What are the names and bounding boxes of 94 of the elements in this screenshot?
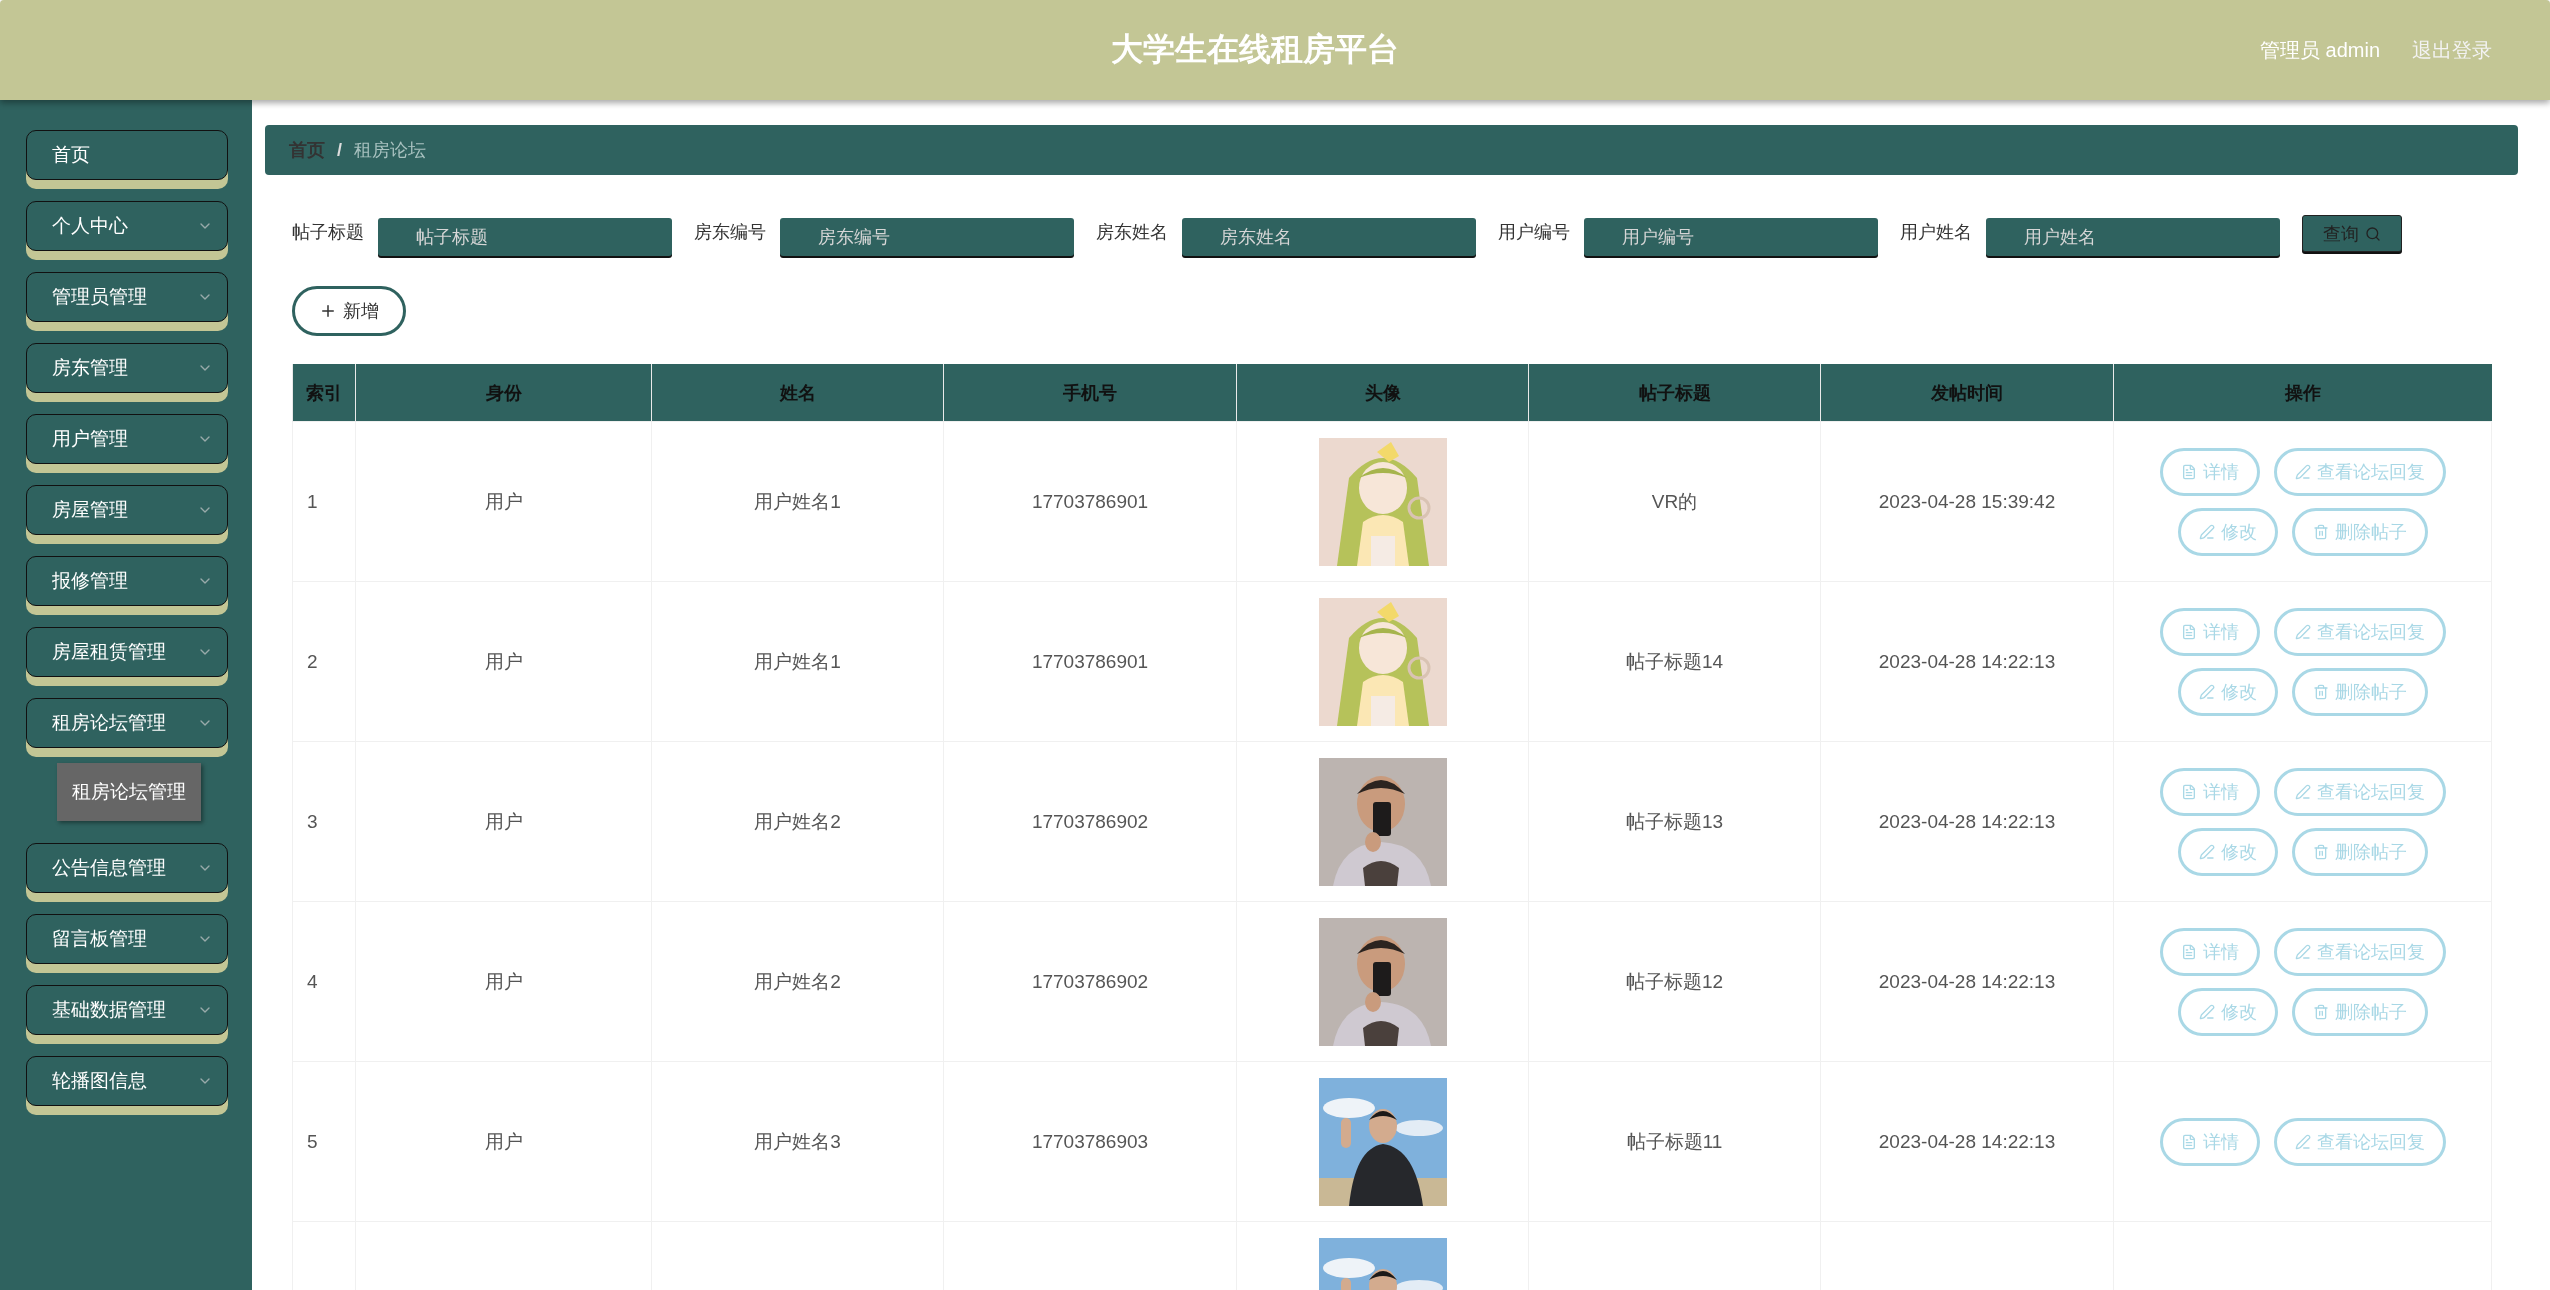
trash-icon — [2312, 523, 2329, 540]
column-header: 头像 — [1236, 364, 1529, 422]
table-cell: 17703786901 — [1031, 650, 1149, 672]
table-cell: 用户 — [484, 650, 523, 672]
table-cell: 3 — [307, 810, 318, 832]
document-icon — [2180, 783, 2197, 800]
table-cell: 5 — [307, 1130, 318, 1152]
search-field[interactable]: 帖子标题 — [378, 218, 672, 256]
detail-button[interactable]: 详情 — [2159, 1117, 2260, 1166]
table-cell: 帖子标题13 — [1625, 810, 1724, 832]
table-cell: VR的 — [1651, 490, 1698, 512]
search-field[interactable]: 用户编号 — [1584, 218, 1878, 256]
table-cell: 用户 — [484, 810, 523, 832]
table-cell: 用户姓名1 — [754, 650, 841, 672]
table-cell: 2 — [307, 650, 318, 672]
table-cell: 用户姓名3 — [754, 1130, 841, 1152]
pen-icon — [2294, 1133, 2311, 1150]
replies-button[interactable]: 查看论坛回复 — [2273, 927, 2446, 976]
trash-icon — [2312, 1003, 2329, 1020]
table-cell: 2023-04-28 14:22:13 — [1878, 1130, 2056, 1152]
column-header: 发帖时间 — [1820, 364, 2114, 422]
column-header: 手机号 — [943, 364, 1237, 422]
detail-button[interactable]: 详情 — [2159, 927, 2260, 976]
document-icon — [2180, 1133, 2197, 1150]
search-icon — [2365, 225, 2381, 242]
document-icon — [2180, 623, 2197, 640]
table-cell: 用户姓名2 — [754, 810, 841, 832]
edit-button[interactable]: 修改 — [2177, 667, 2278, 716]
column-header: 索引 — [292, 364, 356, 422]
edit-button[interactable]: 修改 — [2177, 987, 2278, 1036]
table-cell: 2023-04-28 15:39:42 — [1878, 490, 2056, 512]
table-cell: 帖子标题11 — [1626, 1130, 1723, 1152]
delete-button[interactable]: 删除帖子 — [2291, 827, 2428, 876]
field-label: 用户姓名 — [1900, 221, 1972, 244]
table-cell: 2023-04-28 14:22:13 — [1878, 810, 2056, 832]
edit-button[interactable]: 修改 — [2177, 507, 2278, 556]
search-field[interactable]: 用户姓名 — [1986, 218, 2280, 256]
table-cell: 2023-04-28 14:22:13 — [1878, 650, 2056, 672]
detail-button[interactable]: 详情 — [2159, 607, 2260, 656]
search-field[interactable]: 房东姓名 — [1182, 218, 1476, 256]
table-cell: 17703786901 — [1031, 490, 1149, 512]
document-icon — [2180, 463, 2197, 480]
column-header: 操作 — [2113, 364, 2492, 422]
table-cell: 用户 — [484, 1130, 523, 1152]
pen-icon — [2198, 843, 2215, 860]
user-label: 管理员 admin — [2259, 37, 2380, 63]
field-label: 房东姓名 — [1096, 221, 1168, 244]
delete-button[interactable]: 删除帖子 — [2291, 987, 2428, 1036]
plus-icon — [319, 302, 337, 320]
pen-icon — [2198, 523, 2215, 540]
table-cell: 2023-04-28 14:22:13 — [1878, 970, 2056, 992]
delete-button[interactable]: 删除帖子 — [2291, 507, 2428, 556]
field-label: 用户编号 — [1498, 221, 1570, 244]
table-cell: 帖子标题12 — [1625, 970, 1724, 992]
search-field[interactable]: 房东编号 — [780, 218, 1074, 256]
detail-button[interactable]: 详情 — [2159, 767, 2260, 816]
table-cell: 17703786903 — [1031, 1130, 1149, 1152]
delete-button[interactable]: 删除帖子 — [2291, 667, 2428, 716]
pen-icon — [2294, 943, 2311, 960]
breadcrumb-current: 租房论坛 — [354, 139, 426, 162]
table-cell: 1 — [307, 490, 318, 512]
query-button[interactable]: 查询 — [2302, 215, 2402, 252]
pen-icon — [2198, 1003, 2215, 1020]
detail-button[interactable]: 详情 — [2159, 447, 2260, 496]
table-cell: 帖子标题14 — [1625, 650, 1724, 672]
table-cell: 用户姓名1 — [754, 490, 841, 512]
pen-icon — [2294, 623, 2311, 640]
column-header: 姓名 — [651, 364, 944, 422]
replies-button[interactable]: 查看论坛回复 — [2273, 447, 2446, 496]
replies-button[interactable]: 查看论坛回复 — [2273, 607, 2446, 656]
table-cell: 用户 — [484, 970, 523, 992]
trash-icon — [2312, 843, 2329, 860]
field-label: 房东编号 — [694, 221, 766, 244]
table-cell: 用户 — [484, 490, 523, 512]
column-header: 帖子标题 — [1528, 364, 1821, 422]
table-cell: 4 — [307, 970, 318, 992]
pen-icon — [2294, 463, 2311, 480]
table-cell: 17703786902 — [1031, 970, 1149, 992]
pen-icon — [2198, 683, 2215, 700]
column-header: 身份 — [355, 364, 652, 422]
document-icon — [2180, 943, 2197, 960]
table-cell: 17703786902 — [1031, 810, 1149, 832]
edit-button[interactable]: 修改 — [2177, 827, 2278, 876]
breadcrumb-separator: / — [337, 139, 342, 161]
table-cell: 用户姓名2 — [754, 970, 841, 992]
pen-icon — [2294, 783, 2311, 800]
trash-icon — [2312, 683, 2329, 700]
add-button[interactable]: 新增 — [292, 286, 406, 336]
app-title: 大学生在线租房平台 — [1110, 30, 1400, 69]
logout-link[interactable]: 退出登录 — [2412, 36, 2492, 64]
replies-button[interactable]: 查看论坛回复 — [2273, 1117, 2446, 1166]
replies-button[interactable]: 查看论坛回复 — [2273, 767, 2446, 816]
field-label: 帖子标题 — [292, 221, 364, 244]
submenu-item[interactable]: 租房论坛管理 — [57, 763, 201, 821]
